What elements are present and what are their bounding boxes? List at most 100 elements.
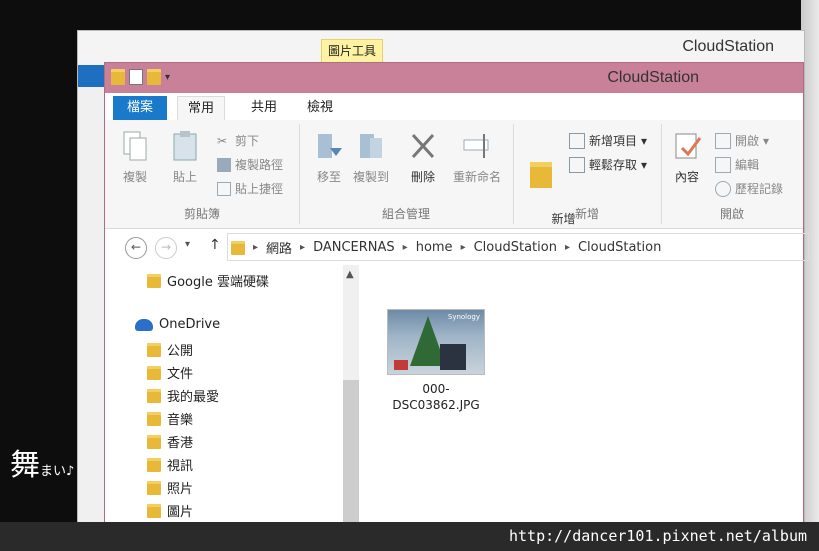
dropdown-arrow-icon: ▾	[763, 133, 770, 148]
open-icon	[715, 132, 731, 149]
open-group: 內容 開啟 ▾ 編輯 歷程記錄 開啟	[661, 124, 803, 224]
file-name: 000-DSC03862.JPG	[392, 382, 480, 412]
copy-to-button[interactable]: 複製到	[351, 130, 391, 185]
folder-icon[interactable]	[111, 69, 125, 85]
open-button[interactable]: 開啟 ▾	[715, 132, 769, 149]
open-label: 開啟	[735, 134, 760, 148]
tab-home[interactable]: 常用	[177, 96, 226, 121]
nav-label: OneDrive	[159, 317, 221, 332]
tab-file[interactable]: 檔案	[113, 96, 168, 120]
scissors-icon: ✂	[217, 133, 228, 148]
paste-shortcut-button[interactable]: 貼上捷徑	[217, 180, 283, 197]
clipboard-group-label: 剪貼簿	[183, 207, 220, 221]
nav-item-folder[interactable]: 文件	[147, 363, 193, 382]
back-arrow-icon[interactable]: ←	[125, 237, 147, 259]
folder-icon	[147, 480, 161, 495]
properties-label: 內容	[674, 170, 699, 184]
nav-label: 文件	[167, 367, 194, 382]
new-folder-icon[interactable]	[147, 69, 161, 85]
folder-icon	[231, 240, 245, 255]
folder-icon	[147, 434, 161, 449]
image-thumbnail: Synology	[387, 309, 485, 375]
watermark-url: http://dancer101.pixnet.net/album	[508, 527, 807, 545]
move-to-button[interactable]: 移至	[309, 130, 349, 185]
nav-item-folder[interactable]: 照片	[147, 478, 193, 497]
nav-label: 視訊	[167, 459, 194, 474]
quick-access-toolbar: ▾	[111, 69, 170, 85]
properties-icon[interactable]	[129, 69, 143, 85]
folder-icon	[147, 342, 161, 357]
move-to-icon	[314, 130, 344, 162]
easy-access-button[interactable]: 輕鬆存取 ▾	[569, 156, 647, 173]
clipboard-group: 複製 貼上 ✂ 剪下 複製路徑 貼上捷徑 剪貼簿	[105, 124, 300, 224]
easy-access-label: 輕鬆存取	[589, 158, 638, 172]
paste-button[interactable]: 貼上	[165, 130, 205, 185]
nav-label: 音樂	[167, 413, 194, 428]
nav-label: 香港	[167, 436, 194, 451]
history-label: 歷程記錄	[735, 182, 784, 196]
paste-icon	[170, 130, 200, 162]
address-bar-row: ← → ▾ ↑ ▸ 網路 ▸ DANCERNAS ▸ home ▸ CloudS…	[105, 229, 809, 265]
file-list-pane[interactable]: Synology 000-DSC03862.JPG	[361, 265, 803, 531]
copy-to-label: 複製到	[352, 170, 389, 184]
breadcrumb: ▸ 網路 ▸ DANCERNAS ▸ home ▸ CloudStation ▸…	[231, 238, 661, 257]
explorer-window[interactable]: ▾ CloudStation 檔案 常用 共用 檢視 複製 貼上 ✂ 剪下 複製路…	[104, 62, 809, 532]
crumb-cloudstation[interactable]: CloudStation	[474, 240, 557, 255]
nav-item-folder[interactable]: 我的最愛	[147, 386, 219, 405]
cut-label: 剪下	[235, 134, 260, 148]
ribbon-tabs: 檔案 常用 共用 檢視	[105, 93, 803, 121]
nav-scrollbar-thumb[interactable]	[343, 380, 359, 531]
chevron-right-icon: ▸	[564, 242, 570, 253]
organize-group-label: 組合管理	[381, 207, 430, 221]
history-button[interactable]: 歷程記錄	[715, 180, 783, 197]
nav-item-folder[interactable]: 圖片	[147, 501, 193, 520]
customize-qat-icon[interactable]: ▾	[165, 72, 170, 83]
nav-item-google-drive[interactable]: Google 雲端硬碟	[147, 271, 269, 290]
crumb-home[interactable]: home	[416, 240, 453, 255]
titlebar: ▾ CloudStation	[105, 63, 803, 93]
scroll-up-arrow-icon[interactable]: ▲	[346, 269, 354, 280]
properties-button[interactable]: 內容	[667, 130, 707, 185]
copy-path-button[interactable]: 複製路徑	[217, 156, 283, 173]
new-item-icon	[569, 132, 585, 149]
open-group-label: 開啟	[719, 207, 744, 221]
organize-group: 移至 複製到 刪除 重新命名 組合管理	[299, 124, 514, 224]
crumb-cloudstation-current[interactable]: CloudStation	[578, 240, 661, 255]
copy-path-label: 複製路徑	[235, 158, 284, 172]
recent-dropdown-icon[interactable]: ▾	[185, 239, 190, 250]
paste-shortcut-label: 貼上捷徑	[235, 182, 284, 196]
rename-button[interactable]: 重新命名	[449, 130, 505, 185]
cut-button[interactable]: ✂ 剪下	[217, 132, 259, 149]
gift-shape	[394, 360, 408, 370]
nav-label: 圖片	[167, 505, 194, 520]
navigation-pane[interactable]: Google 雲端硬碟 OneDrive 公開 文件 我的最愛 音樂 香港 視訊…	[105, 265, 361, 531]
forward-arrow-icon[interactable]: →	[155, 237, 177, 259]
file-item[interactable]: Synology 000-DSC03862.JPG	[381, 309, 491, 413]
tab-share[interactable]: 共用	[241, 96, 287, 120]
copy-button[interactable]: 複製	[115, 130, 155, 185]
edit-button[interactable]: 編輯	[715, 156, 759, 173]
picture-tools-tab[interactable]: 圖片工具	[321, 39, 384, 63]
delete-label: 刪除	[410, 170, 435, 184]
nav-label: 公開	[167, 344, 194, 359]
nav-item-folder[interactable]: 視訊	[147, 455, 193, 474]
watermark-bar: http://dancer101.pixnet.net/album	[0, 522, 819, 551]
new-group-label: 新增	[574, 207, 599, 221]
crumb-dancernas[interactable]: DANCERNAS	[313, 240, 395, 255]
nav-item-folder[interactable]: 香港	[147, 432, 193, 451]
up-arrow-icon[interactable]: ↑	[209, 237, 221, 253]
crumb-network[interactable]: 網路	[266, 238, 292, 257]
nav-label: 照片	[167, 482, 194, 497]
nav-item-onedrive[interactable]: OneDrive	[135, 317, 220, 332]
delete-button[interactable]: 刪除	[403, 130, 443, 185]
new-item-button[interactable]: 新增項目 ▾	[569, 132, 647, 149]
paste-shortcut-icon	[217, 181, 231, 196]
nav-item-folder[interactable]: 音樂	[147, 409, 193, 428]
nas-device-shape	[440, 344, 466, 370]
nav-item-folder[interactable]: 公開	[147, 340, 193, 359]
tab-view[interactable]: 檢視	[297, 96, 343, 120]
folder-icon	[147, 503, 161, 518]
folder-icon	[147, 411, 161, 426]
back-window-title: CloudStation	[682, 38, 774, 55]
chevron-right-icon: ▸	[300, 242, 306, 253]
